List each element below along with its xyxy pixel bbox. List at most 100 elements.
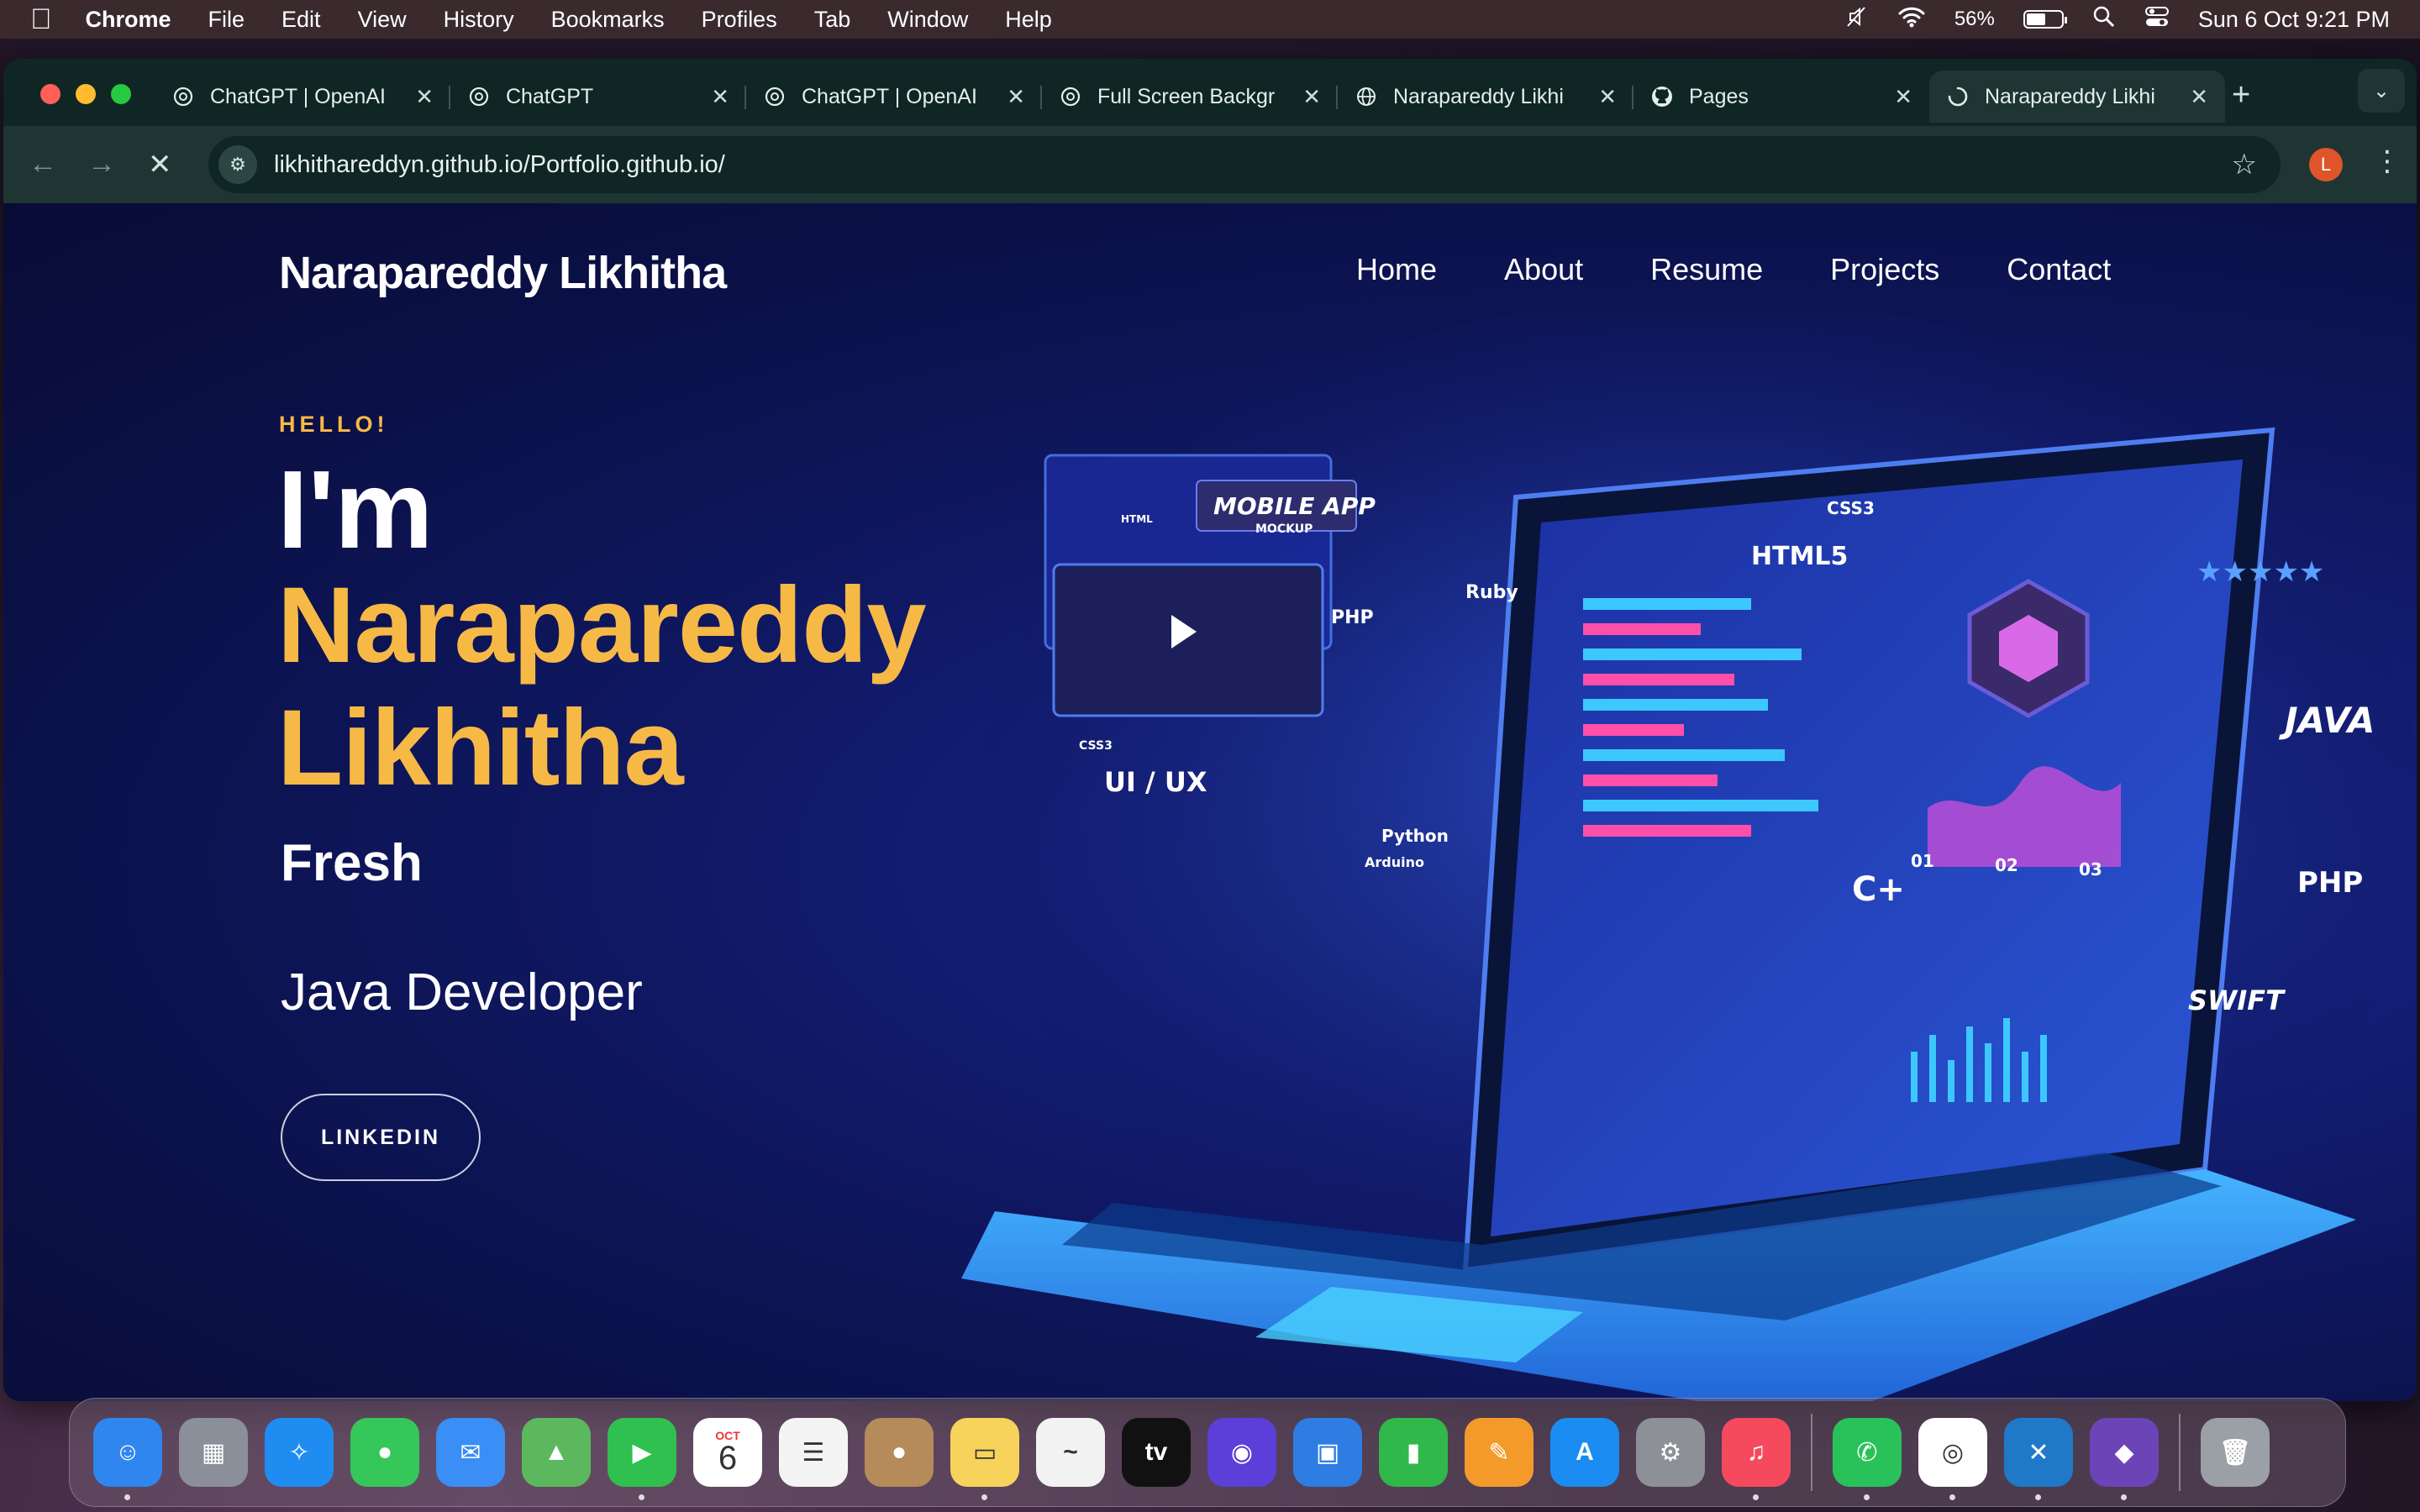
dock-notes-icon[interactable]: ▭ xyxy=(950,1418,1019,1500)
minimize-window-button[interactable] xyxy=(76,84,96,104)
dock-chrome-icon[interactable]: ◎ xyxy=(1918,1418,1987,1500)
menu-help[interactable]: Help xyxy=(1005,7,1052,33)
tab-search-chevron-icon[interactable]: ⌄ xyxy=(2358,69,2405,113)
menu-profiles[interactable]: Profiles xyxy=(702,7,777,33)
art-label-java: JAVA xyxy=(2279,700,2375,741)
art-label-03: 03 xyxy=(2079,859,2102,879)
control-center-icon[interactable] xyxy=(2144,5,2170,34)
dock-finder-icon[interactable]: ☺ xyxy=(93,1418,162,1500)
tab-portfolio-1[interactable]: Narapareddy Likhi ✕ xyxy=(1338,71,1634,123)
dock-launchpad-icon[interactable]: ▦ xyxy=(179,1418,248,1487)
close-tab-icon[interactable]: ✕ xyxy=(1302,84,1321,110)
apple-menu-icon[interactable]:  xyxy=(30,3,52,36)
dock-messages-icon[interactable]: ● xyxy=(350,1418,419,1487)
dock-numbers-icon[interactable]: ▮ xyxy=(1379,1418,1448,1487)
tab-title: Narapareddy Likhi xyxy=(1393,84,1564,108)
zoom-window-button[interactable] xyxy=(111,84,131,104)
nav-contact[interactable]: Contact xyxy=(2007,252,2111,287)
dock-keynote-icon[interactable]: ▣ xyxy=(1293,1418,1362,1487)
site-settings-icon[interactable]: ⚙ xyxy=(218,145,257,184)
dock-apple-tv-icon[interactable]: tv xyxy=(1122,1418,1191,1487)
close-window-button[interactable] xyxy=(40,84,60,104)
art-label-swift: SWIFT xyxy=(2188,984,2286,1016)
browser-window: ChatGPT | OpenAI ✕ ChatGPT ✕ ChatGPT | O… xyxy=(3,59,2417,1401)
loading-spinner-icon xyxy=(1946,85,1970,108)
dock-freeform-icon[interactable]: ~ xyxy=(1036,1418,1105,1487)
clock[interactable]: Sun 6 Oct 9:21 PM xyxy=(2198,7,2390,33)
tab-pages[interactable]: Pages ✕ xyxy=(1634,71,1929,123)
dock-safari-icon[interactable]: ✧ xyxy=(265,1418,334,1487)
stop-loading-icon[interactable]: ✕ xyxy=(148,148,172,181)
dock-trash-icon[interactable]: 🗑 xyxy=(2201,1418,2270,1487)
spotlight-search-icon[interactable] xyxy=(2092,5,2116,34)
tab-full-screen-background[interactable]: Full Screen Backgr ✕ xyxy=(1042,71,1338,123)
dock-pages-icon[interactable]: ✎ xyxy=(1465,1418,1534,1487)
github-icon xyxy=(1650,85,1674,108)
art-label-c-plus: C+ xyxy=(1852,870,1905,909)
wifi-icon[interactable] xyxy=(1897,5,1926,34)
menu-edit[interactable]: Edit xyxy=(281,7,321,33)
site-brand[interactable]: Narapareddy Likhitha xyxy=(279,247,727,299)
menu-bookmarks[interactable]: Bookmarks xyxy=(551,7,665,33)
menu-window[interactable]: Window xyxy=(887,7,968,33)
nav-resume[interactable]: Resume xyxy=(1650,252,1763,287)
dock-vscode-icon[interactable]: ✕ xyxy=(2004,1418,2073,1500)
dock-contacts-icon[interactable]: ● xyxy=(865,1418,934,1487)
close-tab-icon[interactable]: ✕ xyxy=(2190,84,2208,110)
menu-tab[interactable]: Tab xyxy=(814,7,851,33)
tab-chatgpt-openai-2[interactable]: ChatGPT | OpenAI ✕ xyxy=(746,71,1042,123)
dock-whatsapp-icon[interactable]: ✆ xyxy=(1833,1418,1902,1500)
menu-history[interactable]: History xyxy=(444,7,514,33)
url-text[interactable]: likhithareddyn.github.io/Portfolio.githu… xyxy=(274,151,725,179)
nav-about[interactable]: About xyxy=(1504,252,1583,287)
new-tab-button[interactable]: + xyxy=(2232,77,2250,113)
dock-separator xyxy=(1811,1414,1812,1491)
nav-home[interactable]: Home xyxy=(1356,252,1437,287)
forward-arrow-icon[interactable]: → xyxy=(87,148,116,181)
battery-percent: 56% xyxy=(1954,8,1995,30)
tab-title: Pages xyxy=(1689,84,1749,108)
menu-file[interactable]: File xyxy=(208,7,245,33)
dock-reminders-icon[interactable]: ☰ xyxy=(779,1418,848,1487)
dock-github-desktop-icon[interactable]: ◆ xyxy=(2090,1418,2159,1500)
address-bar[interactable]: ⚙ likhithareddyn.github.io/Portfolio.git… xyxy=(208,136,2281,193)
nav-projects[interactable]: Projects xyxy=(1830,252,1939,287)
dock-system-settings-icon[interactable]: ⚙ xyxy=(1636,1418,1705,1487)
openai-icon xyxy=(171,85,195,108)
dock-facetime-icon[interactable]: ▶ xyxy=(608,1418,676,1500)
site-nav: Home About Resume Projects Contact xyxy=(1356,252,2178,287)
bookmark-star-icon[interactable]: ☆ xyxy=(2232,148,2257,181)
dock-app-store-icon[interactable]: A xyxy=(1550,1418,1619,1487)
linkedin-button[interactable]: LINKEDIN xyxy=(281,1094,481,1181)
close-tab-icon[interactable]: ✕ xyxy=(1598,84,1617,110)
tab-list: ChatGPT | OpenAI ✕ ChatGPT ✕ ChatGPT | O… xyxy=(155,71,2307,126)
close-tab-icon[interactable]: ✕ xyxy=(1007,84,1025,110)
dock-mail-icon[interactable]: ✉ xyxy=(436,1418,505,1487)
close-tab-icon[interactable]: ✕ xyxy=(711,84,729,110)
dock-calendar-icon[interactable]: OCT 6 xyxy=(693,1418,762,1487)
status-area: 56% Sun 6 Oct 9:21 PM xyxy=(1844,4,2390,35)
chrome-menu-icon[interactable]: ⋮ xyxy=(2373,144,2402,178)
close-tab-icon[interactable]: ✕ xyxy=(415,84,434,110)
tab-portfolio-active[interactable]: Narapareddy Likhi ✕ xyxy=(1929,71,2225,123)
openai-icon xyxy=(763,85,786,108)
tab-chatgpt[interactable]: ChatGPT ✕ xyxy=(450,71,746,123)
menu-app-name[interactable]: Chrome xyxy=(86,7,171,33)
back-arrow-icon[interactable]: ← xyxy=(29,148,57,181)
dock-music-icon[interactable]: ♫ xyxy=(1722,1418,1791,1500)
dock-maps-icon[interactable]: ▲ xyxy=(522,1418,591,1487)
battery-icon[interactable] xyxy=(2023,10,2067,29)
art-label-html-small: HTML xyxy=(1121,513,1153,525)
menu-view[interactable]: View xyxy=(358,7,407,33)
art-label-python: Python xyxy=(1381,826,1449,846)
hero-role: Java Developer xyxy=(281,963,643,1021)
rating-stars-icon: ★★★★★ xyxy=(2196,556,2324,588)
tab-title: ChatGPT | OpenAI xyxy=(802,84,977,108)
close-tab-icon[interactable]: ✕ xyxy=(1894,84,1912,110)
art-label-php-right: PHP xyxy=(2297,866,2363,900)
mute-icon[interactable] xyxy=(1844,4,1869,35)
tab-chatgpt-openai-1[interactable]: ChatGPT | OpenAI ✕ xyxy=(155,71,450,123)
art-label-01: 01 xyxy=(1911,851,1934,871)
profile-avatar[interactable]: L xyxy=(2309,148,2343,181)
dock-siri-icon[interactable]: ◉ xyxy=(1207,1418,1276,1487)
